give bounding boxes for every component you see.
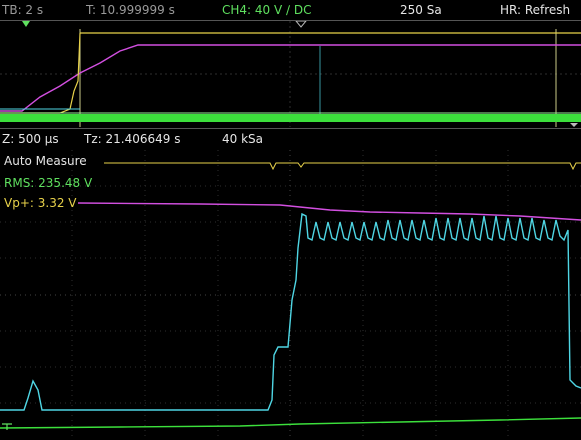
zoom-waveform[interactable] [0, 150, 581, 440]
sample-count-label: 250 Sa [400, 3, 442, 17]
vp-measurement: Vp+: 3.32 V [4, 196, 77, 210]
zoom-rate-label: 40 kSa [222, 132, 264, 146]
auto-measure-title[interactable]: Auto Measure [4, 154, 87, 168]
hr-mode-label[interactable]: HR: Refresh [500, 3, 570, 17]
overview-ch4-band [0, 114, 581, 122]
zoom-label[interactable]: Z: 500 µs [2, 132, 59, 146]
status-bar: TB: 2 s T: 10.999999 s CH4: 40 V ∕ DC 25… [0, 0, 581, 21]
timebase-label[interactable]: TB: 2 s [2, 3, 43, 17]
rms-measurement: RMS: 235.48 V [4, 176, 93, 190]
zoom-bar: Z: 500 µs Tz: 21.406649 s 40 kSa [0, 128, 581, 151]
zoom-time-label[interactable]: Tz: 21.406649 s [84, 132, 180, 146]
trigger-time-label[interactable]: T: 10.999999 s [86, 3, 175, 17]
channel-setting-label[interactable]: CH4: 40 V ∕ DC [222, 3, 311, 17]
overview-waveform[interactable] [0, 21, 581, 127]
